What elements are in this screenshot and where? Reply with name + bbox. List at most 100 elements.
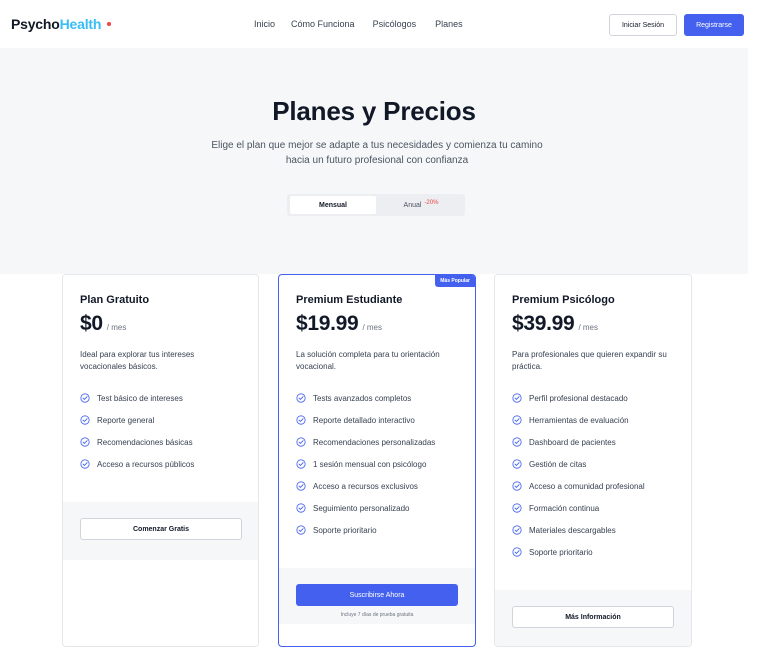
plan-price: $19.99/ mes — [296, 312, 382, 336]
price-amount: $19.99 — [296, 312, 359, 335]
feature-item: Tests avanzados completos — [296, 387, 435, 409]
plan-description: La solución completa para tu orientación… — [296, 350, 440, 371]
check-circle-icon — [512, 525, 522, 535]
feature-text: Formación continua — [529, 503, 600, 513]
plan-name: Premium Estudiante — [296, 294, 403, 306]
price-amount: $39.99 — [512, 312, 575, 335]
check-circle-icon — [512, 459, 522, 469]
check-circle-icon — [296, 503, 306, 513]
check-circle-icon — [296, 481, 306, 491]
toggle-monthly-label: Mensual — [318, 201, 347, 209]
feature-text: Test básico de intereses — [97, 393, 183, 403]
plan-footer: Comenzar Gratis — [63, 502, 258, 560]
feature-text: Acceso a comunidad profesional — [529, 481, 645, 491]
feature-item: Acceso a recursos exclusivos — [296, 475, 435, 497]
plan-name: Plan Gratuito — [80, 294, 150, 306]
feature-item: Reporte detallado interactivo — [296, 409, 435, 431]
subscribe-button[interactable]: Suscribirse Ahora — [296, 584, 458, 606]
feature-item: Recomendaciones personalizadas — [296, 431, 435, 453]
login-button[interactable]: Iniciar Sesión — [609, 14, 677, 36]
plan-card-free: Plan Gratuito $0/ mes Ideal para explora… — [62, 274, 259, 647]
check-circle-icon — [512, 481, 522, 491]
feature-text: Acceso a recursos públicos — [97, 459, 195, 469]
feature-item: Gestión de citas — [512, 453, 645, 475]
plan-price: $0/ mes — [80, 312, 126, 336]
price-period: / mes — [578, 323, 598, 332]
nav-link-psicologos[interactable]: Psicólogos — [373, 19, 417, 29]
check-circle-icon — [80, 437, 90, 447]
feature-text: Seguimiento personalizado — [313, 503, 410, 513]
trial-note: Incluye 7 días de prueba gratuita — [340, 612, 414, 618]
logo-dot-icon — [107, 22, 112, 26]
check-circle-icon — [512, 503, 522, 513]
feature-text: Recomendaciones básicas — [97, 437, 193, 447]
start-free-button[interactable]: Comenzar Gratis — [80, 518, 242, 540]
nav-link-planes[interactable]: Planes — [435, 19, 463, 29]
nav-link-como-funciona[interactable]: Cómo Funciona — [291, 19, 355, 29]
feature-text: Acceso a recursos exclusivos — [313, 481, 418, 491]
plan-price: $39.99/ mes — [512, 312, 598, 336]
feature-text: Tests avanzados completos — [313, 393, 412, 403]
feature-text: Recomendaciones personalizadas — [313, 437, 436, 447]
feature-list: Test básico de intereses Reporte general R… — [80, 387, 194, 475]
check-circle-icon — [512, 547, 522, 557]
feature-text: Dashboard de pacientes — [529, 437, 616, 447]
check-circle-icon — [512, 393, 522, 403]
pricing-hero: Planes y Precios Elige el plan que mejor… — [0, 48, 748, 274]
more-info-button[interactable]: Más Información — [512, 606, 674, 628]
feature-item: 1 sesión mensual con psicólogo — [296, 453, 435, 475]
feature-text: Reporte general — [97, 415, 155, 425]
check-circle-icon — [296, 525, 306, 535]
page-title: Planes y Precios — [272, 96, 476, 126]
check-circle-icon — [80, 415, 90, 425]
toggle-annual-label: Anual — [403, 201, 422, 209]
page-subtitle: Elige el plan que mejor se adapte a tus … — [211, 140, 543, 166]
feature-text: Reporte detallado interactivo — [313, 415, 415, 425]
nav-link-inicio[interactable]: Inicio — [254, 19, 275, 29]
logo-text-dark: Psycho — [11, 16, 60, 32]
plan-footer: Más Información — [495, 590, 691, 646]
feature-text: Herramientas de evaluación — [529, 415, 629, 425]
feature-text: Gestión de citas — [529, 459, 587, 469]
check-circle-icon — [296, 437, 306, 447]
feature-item: Test básico de intereses — [80, 387, 194, 409]
feature-list: Tests avanzados completos Reporte detalla… — [296, 387, 435, 541]
price-period: / mes — [106, 323, 127, 332]
check-circle-icon — [296, 459, 306, 469]
plan-description: Ideal para explorar tus intereses vocaci… — [80, 350, 195, 371]
feature-item: Dashboard de pacientes — [512, 431, 645, 453]
logo-text-light: Health — [59, 16, 102, 32]
nav-links: Inicio Cómo Funciona Psicólogos Planes — [254, 19, 463, 29]
feature-text: Perfil profesional destacado — [529, 393, 628, 403]
check-circle-icon — [512, 437, 522, 447]
feature-item: Soporte prioritario — [512, 541, 645, 563]
feature-item: Reporte general — [80, 409, 194, 431]
feature-item: Recomendaciones básicas — [80, 431, 194, 453]
check-circle-icon — [80, 393, 90, 403]
feature-text: Soporte prioritario — [313, 525, 377, 535]
check-circle-icon — [296, 415, 306, 425]
plan-card-student: Más Popular Premium Estudiante $19.99/ m… — [278, 274, 476, 647]
feature-item: Seguimiento personalizado — [296, 497, 435, 519]
feature-text: Soporte prioritario — [529, 547, 593, 557]
feature-item: Materiales descargables — [512, 519, 645, 541]
price-period: / mes — [362, 323, 382, 332]
toggle-monthly[interactable]: Mensual — [290, 196, 376, 214]
popular-badge: Más Popular — [435, 275, 475, 287]
toggle-annual[interactable]: Anual -20% — [379, 196, 463, 214]
feature-item: Acceso a comunidad profesional — [512, 475, 645, 497]
feature-item: Acceso a recursos públicos — [80, 453, 194, 475]
feature-item: Perfil profesional destacado — [512, 387, 645, 409]
register-button[interactable]: Registrarse — [684, 14, 744, 36]
price-amount: $0 — [80, 312, 103, 335]
billing-toggle: Mensual Anual -20% — [287, 194, 465, 216]
discount-badge: -20% — [424, 200, 439, 206]
feature-text: Materiales descargables — [529, 525, 616, 535]
top-nav: Psycho Health Inicio Cómo Funciona Psicól… — [0, 0, 764, 48]
plan-card-psychologist: Premium Psicólogo $39.99/ mes Para profe… — [494, 274, 692, 647]
feature-list: Perfil profesional destacado Herramientas… — [512, 387, 645, 563]
logo[interactable]: Psycho Health — [11, 16, 112, 32]
check-circle-icon — [512, 415, 522, 425]
plan-name: Premium Psicólogo — [512, 294, 615, 306]
feature-item: Herramientas de evaluación — [512, 409, 645, 431]
